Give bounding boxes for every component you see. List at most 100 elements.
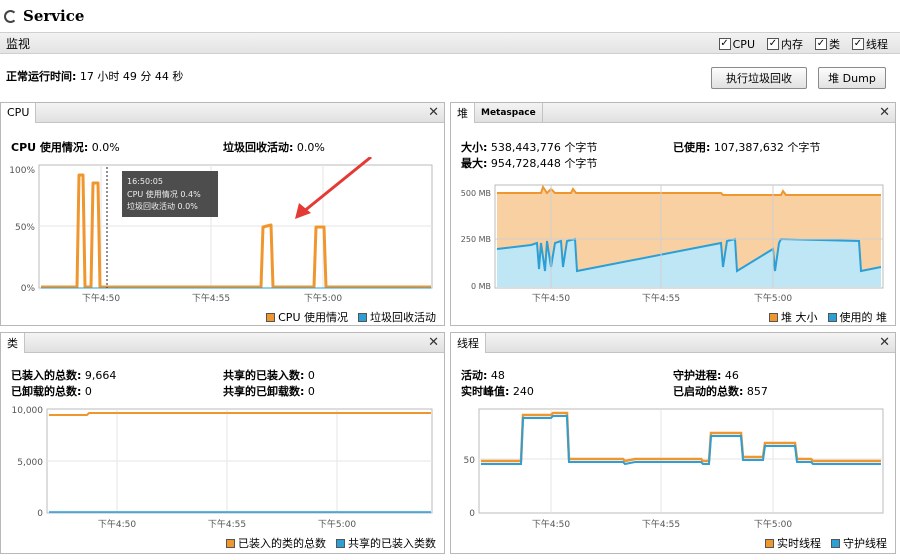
live-threads-value: 48: [490, 369, 505, 382]
heap-x-tick: 下午5:00: [754, 292, 792, 304]
monitor-checks: ✓ CPU ✓ 内存 ✓ 类 ✓ 线程: [718, 36, 888, 52]
legend-label: 共享的已装入类数: [348, 537, 436, 550]
monitor-label: 监视: [6, 36, 31, 51]
tab-classes[interactable]: 类: [1, 332, 25, 353]
check-threads[interactable]: ✓ 线程: [852, 36, 888, 52]
legend-item: CPU 使用情况: [266, 309, 348, 325]
heap-y-tick: 0 MB: [471, 282, 491, 291]
heap-dump-button[interactable]: 堆 Dump: [818, 67, 886, 89]
tooltip-cpu: CPU 使用情况 0.4%: [127, 189, 201, 199]
threads-x-tick: 下午4:50: [532, 518, 570, 530]
legend-label: 使用的 堆: [839, 311, 888, 324]
cpu-x-tick: 下午5:00: [304, 292, 342, 304]
classes-panel-header: 类 ✕: [1, 332, 444, 353]
heap-x-tick: 下午4:50: [532, 292, 570, 304]
tab-metaspace[interactable]: Metaspace: [475, 102, 543, 123]
close-icon[interactable]: ✕: [879, 105, 890, 120]
heap-chart: 500 MB 250 MB 0 MB 下午4:50 下午4:55 下午5:00: [461, 184, 884, 304]
monitor-bar: 监视 ✓ CPU ✓ 内存 ✓ 类 ✓ 线程: [0, 32, 900, 54]
close-icon[interactable]: ✕: [428, 335, 439, 350]
classes-chart: 10,000 5,000 0 下午4:50 下午4:55 下午5:00: [12, 406, 433, 530]
live-threads-label: 活动:: [461, 369, 488, 382]
heap-size-label: 大小:: [461, 141, 488, 154]
shared-loaded-value: 0: [307, 369, 315, 382]
cpu-usage-label: CPU 使用情况:: [11, 141, 89, 154]
tab-threads[interactable]: 线程: [451, 332, 486, 353]
cpu-usage-value: 0.0%: [91, 141, 120, 154]
unloaded-value: 0: [84, 385, 92, 398]
threads-y-tick: 0: [469, 509, 475, 519]
perform-gc-button[interactable]: 执行垃圾回收: [711, 67, 807, 89]
legend-item: 堆 大小: [769, 309, 818, 325]
threads-x-tick: 下午5:00: [754, 518, 792, 530]
checkbox-checked-icon[interactable]: ✓: [767, 38, 779, 50]
threads-panel-header: 线程 ✕: [451, 332, 895, 353]
legend-item: 守护线程: [831, 535, 887, 551]
cpu-y-tick: 50%: [15, 223, 35, 233]
heap-max-value: 954,728,448 个字节: [490, 157, 598, 170]
legend-item: 共享的已装入类数: [336, 535, 436, 551]
tab-cpu[interactable]: CPU: [1, 102, 37, 123]
legend-label: 堆 大小: [781, 311, 818, 324]
heap-used-value: 107,387,632 个字节: [713, 141, 821, 154]
legend-item: 实时线程: [765, 535, 821, 551]
legend-item: 使用的 堆: [827, 309, 888, 325]
heap-y-tick: 500 MB: [461, 189, 491, 198]
cpu-panel-header: CPU ✕: [1, 102, 444, 123]
checkbox-checked-icon[interactable]: ✓: [815, 38, 827, 50]
tooltip-gc: 垃圾回收活动 0.0%: [127, 201, 198, 211]
checkbox-checked-icon[interactable]: ✓: [852, 38, 864, 50]
heap-size-value: 538,443,776 个字节: [490, 141, 598, 154]
heap-x-tick: 下午4:55: [642, 292, 680, 304]
check-classes[interactable]: ✓ 类: [815, 36, 840, 52]
check-label: 内存: [781, 38, 803, 51]
started-threads-label: 已启动的总数:: [673, 385, 744, 398]
cpu-legend: CPU 使用情况 垃圾回收活动: [266, 309, 436, 325]
heap-used-label: 已使用:: [673, 141, 711, 154]
threads-x-tick: 下午4:55: [642, 518, 680, 530]
peak-threads-value: 240: [512, 385, 534, 398]
check-label: CPU: [732, 37, 755, 51]
threads-y-tick: 50: [464, 456, 476, 466]
check-cpu[interactable]: ✓ CPU: [718, 36, 755, 52]
shared-unloaded-label: 共享的已卸载数:: [223, 385, 305, 398]
cpu-y-tick: 0%: [21, 284, 36, 294]
legend-label: 守护线程: [843, 537, 887, 550]
legend-label: 已装入的类的总数: [238, 537, 326, 550]
threads-chart: 50 0 下午4:50 下午4:55 下午5:00: [464, 408, 884, 530]
threads-legend: 实时线程 守护线程: [765, 535, 887, 551]
uptime-value: 17 小时 49 分 44 秒: [79, 70, 184, 83]
classes-panel: 类 ✕ 已装入的总数: 9,664 已卸载的总数: 0 共享的已装入数: 0 共…: [0, 332, 445, 554]
classes-x-tick: 下午4:55: [208, 518, 246, 530]
heap-panel: 堆 Metaspace ✕ 大小: 538,443,776 个字节 最大: 95…: [450, 102, 896, 326]
gc-activity-label: 垃圾回收活动:: [223, 141, 294, 154]
classes-legend: 已装入的类的总数 共享的已装入类数: [226, 535, 436, 551]
legend-label: 垃圾回收活动: [370, 311, 436, 324]
gc-activity-value: 0.0%: [296, 141, 325, 154]
tab-heap[interactable]: 堆: [451, 102, 475, 123]
shared-loaded-label: 共享的已装入数:: [223, 369, 305, 382]
classes-y-tick: 10,000: [12, 406, 44, 416]
started-threads-value: 857: [746, 385, 768, 398]
heap-max-label: 最大:: [461, 157, 488, 170]
loading-spinner-icon: [4, 9, 17, 23]
check-label: 类: [829, 38, 840, 51]
check-memory[interactable]: ✓ 内存: [767, 36, 803, 52]
classes-y-tick: 0: [37, 509, 43, 519]
tooltip-time: 16:50:05: [127, 177, 163, 186]
shared-unloaded-value: 0: [307, 385, 315, 398]
window-title: Service: [23, 7, 85, 25]
cpu-chart: 100% 50% 0% 16:50:05 CPU 使用情况 0.4% 垃圾回收活…: [9, 157, 433, 304]
classes-x-tick: 下午4:50: [98, 518, 136, 530]
heap-panel-header: 堆 Metaspace ✕: [451, 102, 895, 123]
checkbox-checked-icon[interactable]: ✓: [718, 38, 731, 50]
loaded-label: 已装入的总数:: [11, 369, 82, 382]
daemon-threads-label: 守护进程:: [673, 369, 722, 382]
close-icon[interactable]: ✕: [879, 335, 890, 350]
unloaded-label: 已卸载的总数:: [11, 385, 82, 398]
cpu-x-tick: 下午4:50: [82, 292, 120, 304]
threads-panel: 线程 ✕ 活动: 48 实时峰值: 240 守护进程: 46 已启动的总数: 8…: [450, 332, 896, 554]
close-icon[interactable]: ✕: [428, 105, 439, 120]
cpu-y-tick: 100%: [9, 166, 35, 176]
daemon-threads-value: 46: [724, 369, 739, 382]
